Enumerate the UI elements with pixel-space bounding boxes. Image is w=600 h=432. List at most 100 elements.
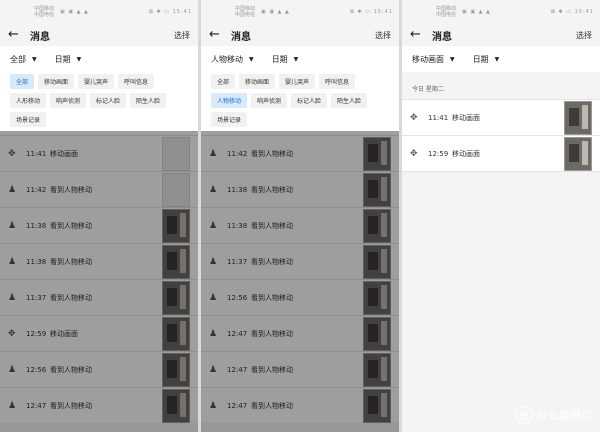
list-item[interactable]: ♟ 11:37 看到人物移动	[0, 279, 198, 315]
chip-human-motion[interactable]: 人形移动	[10, 93, 47, 108]
app-header: ← 消息 选择	[0, 24, 198, 46]
date-filter-dropdown[interactable]: 日期 ▼	[272, 54, 299, 65]
thumbnail[interactable]	[363, 172, 391, 207]
type-filter-dropdown[interactable]: 全部 ▼	[10, 54, 37, 65]
chip-stranger-face[interactable]: 陌生人脸	[331, 93, 368, 108]
thumbnail[interactable]	[162, 244, 190, 279]
list-item[interactable]: ♟ 12:47 看到人物移动	[201, 387, 399, 423]
chip-marked-face[interactable]: 标记人脸	[291, 93, 328, 108]
item-text: 移动画面	[452, 149, 480, 158]
chip-scene-record[interactable]: 场景记录	[10, 112, 47, 127]
thumbnail[interactable]	[162, 280, 190, 315]
chip-marked-face[interactable]: 标记人脸	[90, 93, 127, 108]
chip-baby-cry[interactable]: 婴儿哭声	[279, 74, 316, 89]
chip-call-info[interactable]: 呼叫信息	[319, 74, 356, 89]
list-item[interactable]: ♟ 12:56 看到人物移动	[201, 279, 399, 315]
carrier-label: 中国移动 中国电信	[34, 6, 54, 18]
thumbnail[interactable]	[564, 100, 592, 135]
chip-human-motion[interactable]: 人物移动	[211, 93, 248, 108]
move-icon: ✥	[410, 148, 418, 159]
thumbnail[interactable]	[162, 316, 190, 351]
filter-bar: 全部 ▼ 日期 ▼	[0, 46, 198, 72]
chip-sound-detect[interactable]: 响声侦测	[251, 93, 288, 108]
person-icon: ♟	[8, 400, 17, 411]
date-filter-dropdown[interactable]: 日期 ▼	[473, 54, 500, 65]
list-item[interactable]: ✥ 11:41 移动画面	[402, 99, 600, 135]
chip-sound-detect[interactable]: 响声侦测	[50, 93, 87, 108]
item-text: 看到人物移动	[251, 401, 293, 410]
list-item[interactable]: ♟ 11:37 看到人物移动	[201, 243, 399, 279]
arrow-left-icon[interactable]: ←	[8, 24, 30, 46]
day-header: 今日 星期二	[402, 72, 600, 99]
watermark: 值 什么值得买	[515, 406, 592, 424]
thumbnail[interactable]	[363, 316, 391, 351]
item-time: 11:38	[227, 221, 248, 230]
caret-down-icon: ▼	[76, 55, 82, 63]
list-item[interactable]: ♟ 11:38 看到人物移动	[0, 243, 198, 279]
thumbnail[interactable]	[363, 244, 391, 279]
item-time: 11:41	[428, 113, 449, 122]
type-filter-dropdown[interactable]: 人物移动 ▼	[211, 54, 254, 65]
thumbnail[interactable]	[162, 172, 190, 207]
item-time: 11:38	[26, 257, 47, 266]
list-item[interactable]: ♟ 12:47 看到人物移动	[201, 315, 399, 351]
thumbnail[interactable]	[363, 208, 391, 243]
thumbnail[interactable]	[564, 136, 592, 171]
date-filter-dropdown[interactable]: 日期 ▼	[55, 54, 82, 65]
thumbnail[interactable]	[363, 388, 391, 423]
list-item[interactable]: ♟ 12:47 看到人物移动	[0, 387, 198, 423]
type-filter-dropdown[interactable]: 移动画面 ▼	[412, 54, 455, 65]
chip-stranger-face[interactable]: 陌生人脸	[130, 93, 167, 108]
thumbnail[interactable]	[162, 388, 190, 423]
select-button[interactable]: 选择	[174, 30, 190, 41]
chip-baby-cry[interactable]: 婴儿哭声	[78, 74, 115, 89]
list-item[interactable]: ♟ 11:42 看到人物移动	[201, 135, 399, 171]
arrow-left-icon[interactable]: ←	[209, 24, 231, 46]
list-item[interactable]: ♟ 11:42 看到人物移动	[0, 171, 198, 207]
person-icon: ♟	[209, 220, 218, 231]
select-button[interactable]: 选择	[375, 30, 391, 41]
person-icon: ♟	[209, 148, 218, 159]
arrow-left-icon[interactable]: ←	[410, 24, 432, 46]
item-text: 移动画面	[50, 329, 78, 338]
list-item[interactable]: ♟ 11:38 看到人物移动	[201, 171, 399, 207]
item-text: 看到人物移动	[251, 221, 293, 230]
thumbnail[interactable]	[162, 136, 190, 171]
list-item[interactable]: ♟ 11:38 看到人物移动	[0, 207, 198, 243]
date-filter-value: 日期	[271, 54, 288, 64]
chip-all[interactable]: 全部	[10, 74, 35, 89]
person-icon: ♟	[209, 328, 218, 339]
person-icon: ♟	[8, 292, 17, 303]
chip-scene-record[interactable]: 场景记录	[211, 112, 248, 127]
item-time: 11:38	[227, 185, 248, 194]
list-item[interactable]: ✥ 11:41 移动画面	[0, 135, 198, 171]
person-icon: ♟	[209, 292, 218, 303]
list-item[interactable]: ✥ 12:59 移动画面	[402, 135, 600, 172]
item-time: 11:42	[227, 149, 248, 158]
status-bar: 中国移动 中国电信 ▣ ▣ ▲ ▲ ⊠ ✱ ▭ 15:41	[0, 0, 198, 24]
list-item[interactable]: ♟ 11:38 看到人物移动	[201, 207, 399, 243]
move-icon: ✥	[410, 112, 418, 123]
thumbnail[interactable]	[363, 280, 391, 315]
chip-all[interactable]: 全部	[211, 74, 236, 89]
select-button[interactable]: 选择	[576, 30, 592, 41]
item-time: 11:41	[26, 149, 47, 158]
thumbnail[interactable]	[363, 352, 391, 387]
list-item[interactable]: ✥ 12:59 移动画面	[0, 315, 198, 351]
list-item[interactable]: ♟ 12:47 看到人物移动	[201, 351, 399, 387]
list-item[interactable]: ♟ 12:56 看到人物移动	[0, 351, 198, 387]
chip-motion-frame[interactable]: 移动画面	[239, 74, 276, 89]
panel-human-motion: 中国移动 中国电信 ▣ ▣ ▲ ▲ ⊠ ✱ ▭ 15:41 ← 消息 选择 人物…	[201, 0, 399, 432]
person-icon: ♟	[8, 184, 17, 195]
thumbnail[interactable]	[162, 352, 190, 387]
thumbnail[interactable]	[363, 136, 391, 171]
type-filter-value: 移动画面	[412, 54, 444, 64]
item-text: 看到人物移动	[50, 401, 92, 410]
item-text: 看到人物移动	[251, 329, 293, 338]
app-header: ← 消息 选择	[201, 24, 399, 46]
chip-motion-frame[interactable]: 移动画面	[38, 74, 75, 89]
chip-call-info[interactable]: 呼叫信息	[118, 74, 155, 89]
thumbnail[interactable]	[162, 208, 190, 243]
caret-down-icon: ▼	[450, 55, 455, 63]
item-text: 移动画面	[50, 149, 78, 158]
